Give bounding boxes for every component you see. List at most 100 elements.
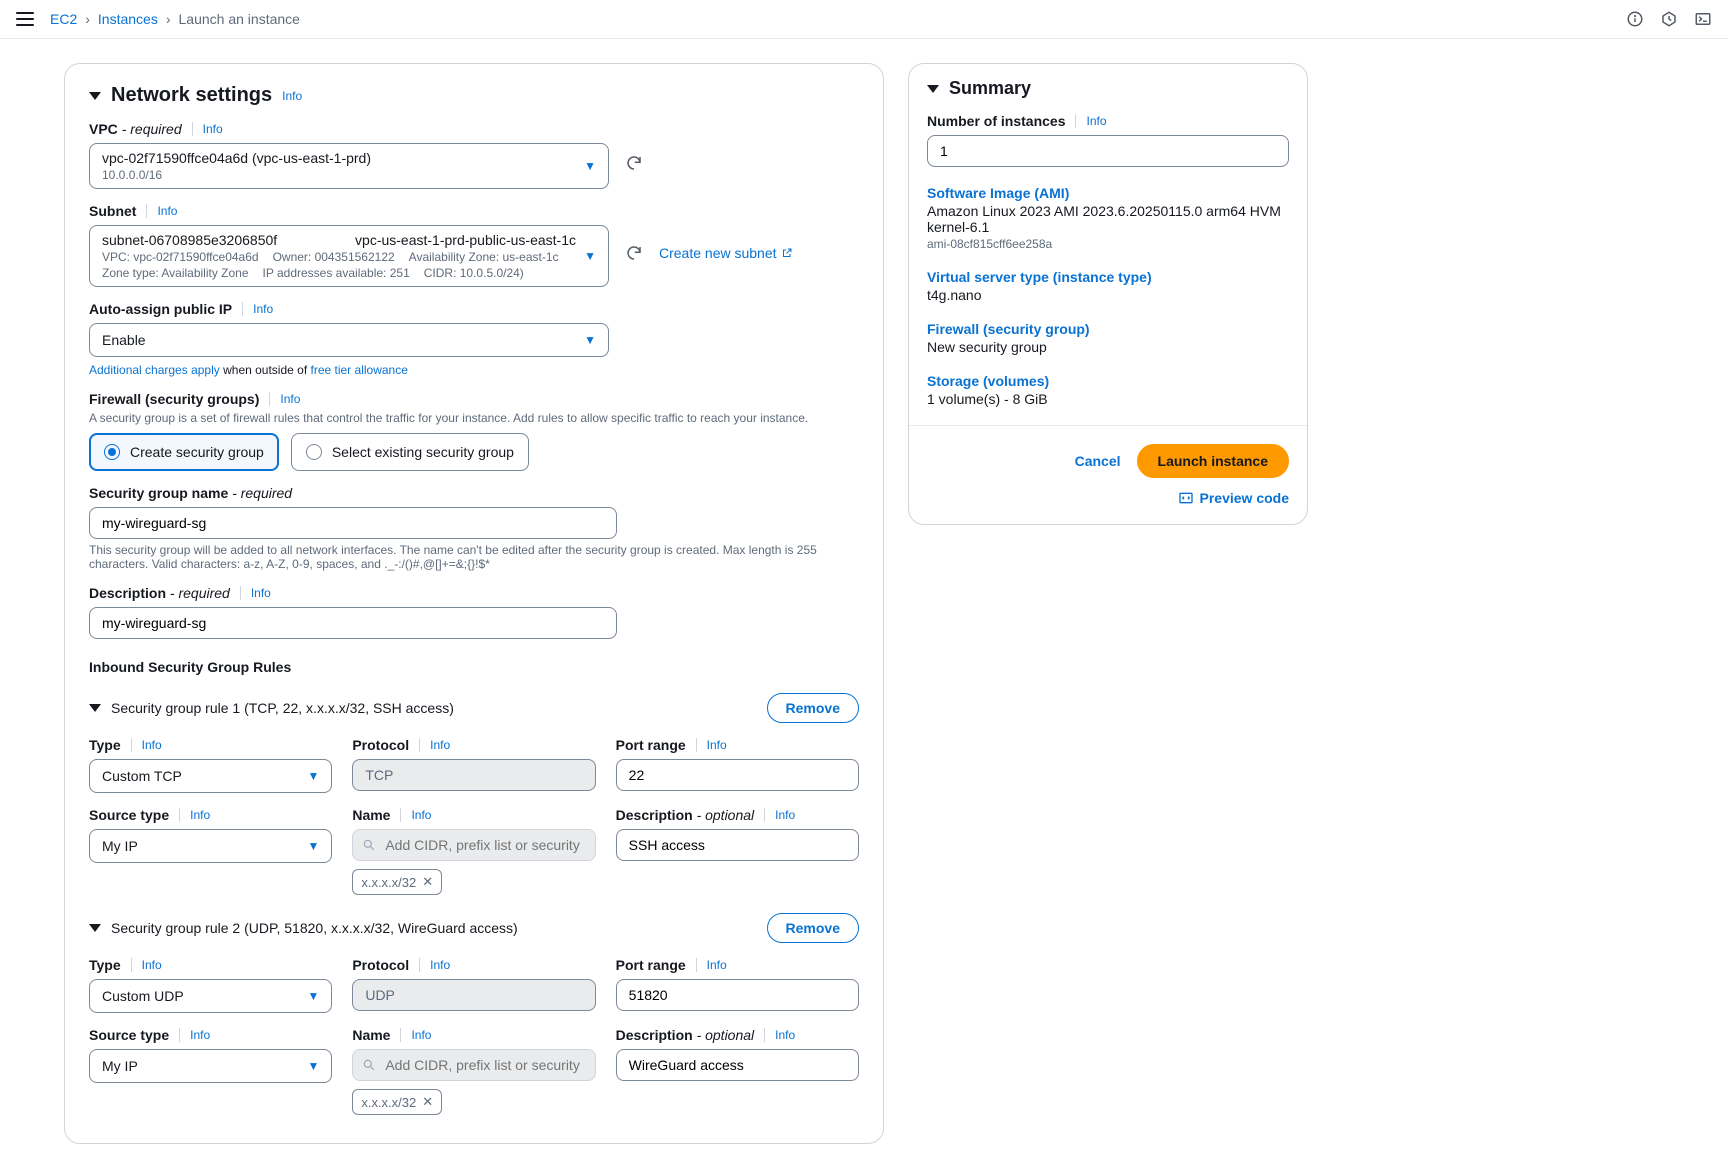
vpc-select[interactable]: vpc-02f71590ffce04a6d (vpc-us-east-1-prd… [89,143,609,189]
caret-down-icon[interactable] [89,704,101,712]
rule1-remove-button[interactable]: Remove [767,693,859,723]
subnet-id: subnet-06708985e3206850f [102,232,277,248]
rule1-port-input[interactable] [616,759,859,791]
summary-title: Summary [949,78,1031,99]
chevron-down-icon: ▼ [584,159,596,173]
info-link[interactable]: Info [251,586,271,600]
info-link[interactable]: Info [190,1028,210,1042]
summary-ami-link[interactable]: Software Image (AMI) [927,185,1289,201]
info-link[interactable]: Info [775,1028,795,1042]
sgname-help: This security group will be added to all… [89,543,859,571]
rule2-type-select[interactable]: Custom UDP▼ [89,979,332,1013]
radio-create-sg[interactable]: Create security group [89,433,279,471]
rule2-desc-input[interactable] [616,1049,859,1081]
info-link[interactable]: Info [411,808,431,822]
breadcrumb: EC2 › Instances › Launch an instance [50,11,300,27]
info-link[interactable]: Info [411,1028,431,1042]
info-link[interactable]: Info [157,204,177,218]
vpc-label: VPC - required [89,121,182,137]
menu-icon[interactable] [16,12,34,26]
caret-down-icon[interactable] [89,924,101,932]
chevron-down-icon: ▼ [584,333,596,347]
firewall-help: A security group is a set of firewall ru… [89,411,859,425]
chevron-down-icon: ▼ [584,249,596,263]
subnet-name: vpc-us-east-1-prd-public-us-east-1c [355,232,576,248]
firewall-label: Firewall (security groups) [89,391,259,407]
chevron-down-icon: ▼ [307,839,319,853]
external-link-icon [781,247,793,259]
close-icon[interactable]: ✕ [422,874,433,890]
search-icon [362,1058,376,1072]
launch-instance-button[interactable]: Launch instance [1137,444,1289,478]
rule1-name-input [352,829,595,861]
rule2-source-select[interactable]: My IP▼ [89,1049,332,1083]
info-link[interactable]: Info [775,808,795,822]
summary-type-text: t4g.nano [927,287,1289,303]
info-link[interactable]: Info [142,738,162,752]
refresh-icon[interactable] [625,154,643,172]
summary-fw-link[interactable]: Firewall (security group) [927,321,1289,337]
breadcrumb-current: Launch an instance [179,11,300,27]
sgname-input[interactable] [89,507,617,539]
info-link[interactable]: Info [253,302,273,316]
chevron-right-icon: › [85,11,90,27]
info-link[interactable]: Info [707,738,727,752]
num-instances-input[interactable] [927,135,1289,167]
chevron-down-icon: ▼ [307,769,319,783]
num-instances-label: Number of instances [927,113,1065,129]
caret-down-icon[interactable] [927,85,939,93]
sgdesc-input[interactable] [89,607,617,639]
radio-select-sg[interactable]: Select existing security group [291,433,529,471]
sgname-label: Security group name - required [89,485,292,501]
cloudshell-icon[interactable] [1694,10,1712,28]
rule2-remove-button[interactable]: Remove [767,913,859,943]
caret-down-icon[interactable] [89,92,101,100]
rule1-desc-input[interactable] [616,829,859,861]
autoip-label: Auto-assign public IP [89,301,232,317]
info-link[interactable]: Info [142,958,162,972]
chevron-down-icon: ▼ [307,989,319,1003]
autoip-value: Enable [102,332,146,348]
info-link[interactable]: Info [430,958,450,972]
info-link[interactable]: Info [190,808,210,822]
subnet-select[interactable]: subnet-06708985e3206850f vpc-us-east-1-p… [89,225,609,287]
section-title: Network settings [111,84,272,107]
preview-code-link[interactable]: Preview code [1178,490,1290,506]
close-icon[interactable]: ✕ [422,1094,433,1110]
breadcrumb-instances[interactable]: Instances [98,11,158,27]
info-icon[interactable] [1626,10,1644,28]
rule1-cidr-chip[interactable]: x.x.x.x/32✕ [352,869,442,895]
network-settings-panel: Network settings Info VPC - required Inf… [64,63,884,1144]
summary-storage-text: 1 volume(s) - 8 GiB [927,391,1289,407]
rule1-type-select[interactable]: Custom TCP▼ [89,759,332,793]
sgdesc-label: Description - required [89,585,230,601]
info-link[interactable]: Info [1086,114,1106,128]
refresh-icon[interactable] [625,244,643,262]
info-link[interactable]: Info [203,122,223,136]
code-icon [1178,490,1194,506]
autoip-notice: Additional charges apply when outside of… [89,363,859,377]
autoip-select[interactable]: Enable ▼ [89,323,609,357]
summary-ami-text: Amazon Linux 2023 AMI 2023.6.20250115.0 … [927,203,1289,235]
info-link[interactable]: Info [430,738,450,752]
vpc-cidr: 10.0.0.0/16 [102,168,371,182]
info-link[interactable]: Info [282,89,302,103]
rule2-protocol-input [352,979,595,1011]
info-link[interactable]: Info [280,392,300,406]
rule1-source-select[interactable]: My IP▼ [89,829,332,863]
create-subnet-link[interactable]: Create new subnet [659,245,793,261]
search-icon [362,838,376,852]
rule1-protocol-input [352,759,595,791]
summary-type-link[interactable]: Virtual server type (instance type) [927,269,1289,285]
chevron-right-icon: › [166,11,171,27]
vpc-value: vpc-02f71590ffce04a6d (vpc-us-east-1-prd… [102,150,371,166]
rule2-cidr-chip[interactable]: x.x.x.x/32✕ [352,1089,442,1115]
clock-icon[interactable] [1660,10,1678,28]
summary-panel: Summary Number of instances Info Softwar… [908,63,1308,525]
cancel-button[interactable]: Cancel [1075,453,1121,469]
info-link[interactable]: Info [707,958,727,972]
summary-ami-id: ami-08cf815cff6ee258a [927,237,1289,251]
rule2-port-input[interactable] [616,979,859,1011]
breadcrumb-ec2[interactable]: EC2 [50,11,77,27]
summary-storage-link[interactable]: Storage (volumes) [927,373,1289,389]
